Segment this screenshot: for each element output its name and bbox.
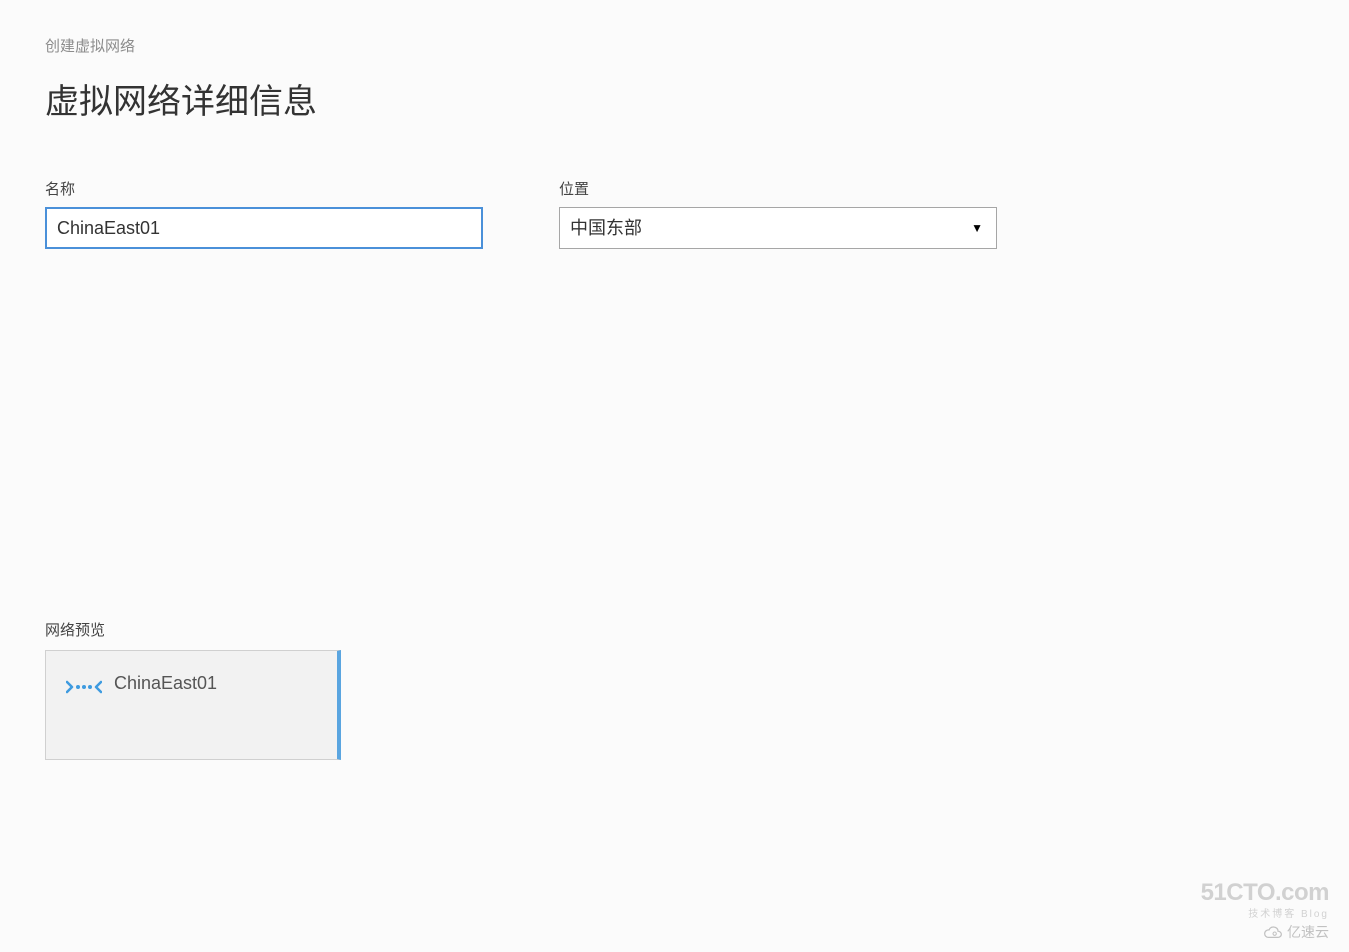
location-label: 位置 xyxy=(559,178,997,199)
name-label: 名称 xyxy=(45,178,483,199)
page-title: 虚拟网络详细信息 xyxy=(45,74,1304,123)
preview-label: 网络预览 xyxy=(45,619,1304,640)
cloud-icon xyxy=(1263,924,1283,940)
location-field-group: 位置 中国东部 ▼ xyxy=(559,178,997,249)
watermark-primary: 51CTO.com xyxy=(1201,881,1329,905)
breadcrumb: 创建虚拟网络 xyxy=(45,35,1304,56)
preview-box[interactable]: ChinaEast01 xyxy=(45,650,341,760)
name-input[interactable] xyxy=(45,207,483,249)
name-field-group: 名称 xyxy=(45,178,483,249)
watermark: 51CTO.com 技术博客 Blog 亿速云 xyxy=(1201,881,1329,942)
network-icon xyxy=(66,675,102,704)
preview-name: ChinaEast01 xyxy=(114,673,217,694)
watermark-secondary: 亿速云 xyxy=(1287,922,1329,942)
watermark-primary-sub: 技术博客 Blog xyxy=(1248,905,1329,920)
location-select[interactable]: 中国东部 xyxy=(559,207,997,249)
